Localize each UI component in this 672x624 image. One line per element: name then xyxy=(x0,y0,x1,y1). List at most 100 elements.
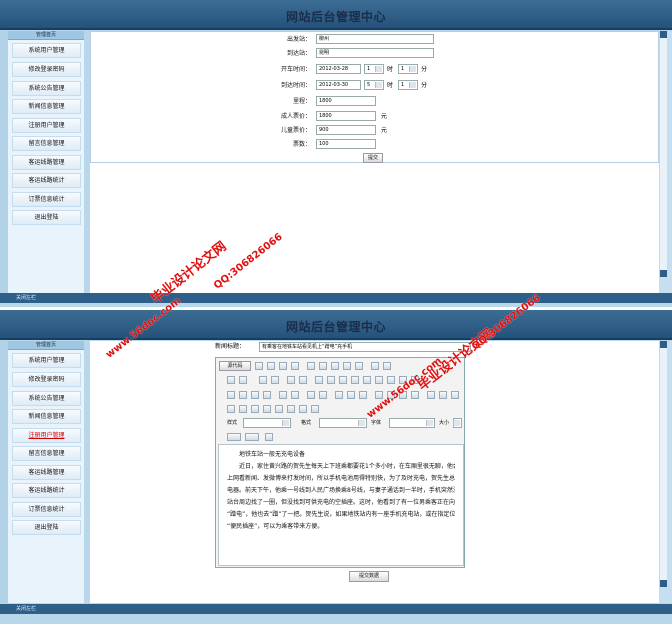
horizontal-rule-icon[interactable] xyxy=(263,405,271,413)
close-sidebar-link[interactable]: 关闭左栏 xyxy=(16,294,36,301)
sidebar-item-messages[interactable]: 留言信息管理 xyxy=(12,136,81,151)
unlink-icon[interactable] xyxy=(439,391,447,399)
special-char-icon[interactable] xyxy=(287,405,295,413)
form-icon[interactable] xyxy=(315,376,323,384)
justify-icon[interactable] xyxy=(411,391,419,399)
button-field-icon[interactable] xyxy=(387,376,395,384)
tickets-input[interactable]: 100 xyxy=(316,139,376,149)
sidebar-item-change-password[interactable]: 修改登录密码 xyxy=(12,372,81,387)
paste-icon[interactable] xyxy=(331,362,339,370)
sidebar-item-ticket-stats[interactable]: 订票信息统计 xyxy=(12,502,81,517)
arrive-minute-select[interactable]: 1 xyxy=(398,80,418,90)
scroll-down-icon[interactable] xyxy=(660,580,667,587)
arrive-date-input[interactable]: 2012-03-30 xyxy=(316,80,361,90)
page-break-icon[interactable] xyxy=(299,405,307,413)
italic-icon[interactable] xyxy=(239,391,247,399)
child-price-input[interactable]: 900 xyxy=(316,125,376,135)
iframe-icon[interactable] xyxy=(311,405,319,413)
sidebar-item-news[interactable]: 新闻信息管理 xyxy=(12,409,81,424)
scroll-up-icon[interactable] xyxy=(660,341,667,348)
sidebar-item-logout[interactable]: 退出登陆 xyxy=(12,210,81,225)
depart-minute-select[interactable]: 1 xyxy=(398,64,418,74)
select-field-icon[interactable] xyxy=(375,376,383,384)
image-icon[interactable] xyxy=(227,405,235,413)
bold-icon[interactable] xyxy=(227,391,235,399)
preview-icon[interactable] xyxy=(279,362,287,370)
redo-icon[interactable] xyxy=(239,376,247,384)
table-icon[interactable] xyxy=(251,405,259,413)
sidebar-item-announcements[interactable]: 系统公告管理 xyxy=(12,81,81,96)
textarea-icon[interactable] xyxy=(363,376,371,384)
copy-icon[interactable] xyxy=(319,362,327,370)
sidebar-item-registered-users[interactable]: 注册用户管理 xyxy=(12,118,81,133)
new-page-icon[interactable] xyxy=(267,362,275,370)
source-code-button[interactable]: 源代码 xyxy=(219,361,251,371)
radio-icon[interactable] xyxy=(339,376,347,384)
print-icon[interactable] xyxy=(371,362,379,370)
arrival-input[interactable]: 昆明 xyxy=(316,48,434,58)
bullet-list-icon[interactable] xyxy=(319,391,327,399)
spellcheck-icon[interactable] xyxy=(383,362,391,370)
departure-input[interactable]: 柳州 xyxy=(316,34,434,44)
checkbox-icon[interactable] xyxy=(327,376,335,384)
editor-body[interactable]: 地铁车站一般无充电设备 近日，家住黄兴路的贺先生每天上下班乘都要花1个多小时，在… xyxy=(218,444,464,566)
save-icon[interactable] xyxy=(255,362,263,370)
paste-text-icon[interactable] xyxy=(343,362,351,370)
close-sidebar-link[interactable]: 关闭左栏 xyxy=(16,605,36,612)
remove-format-icon[interactable] xyxy=(299,376,307,384)
distance-input[interactable]: 1800 xyxy=(316,96,376,106)
sidebar-item-news[interactable]: 新闻信息管理 xyxy=(12,99,81,114)
scroll-up-icon[interactable] xyxy=(660,31,667,38)
superscript-icon[interactable] xyxy=(291,391,299,399)
sidebar-item-messages[interactable]: 留言信息管理 xyxy=(12,446,81,461)
style-select[interactable] xyxy=(243,418,291,428)
news-title-input[interactable]: 有乘客在地铁车站看见机上“蹭电”充手机 xyxy=(259,342,471,352)
sidebar-home[interactable]: 管理首页 xyxy=(8,341,84,350)
adult-price-input[interactable]: 1800 xyxy=(316,111,376,121)
paste-word-icon[interactable] xyxy=(355,362,363,370)
anchor-icon[interactable] xyxy=(451,391,459,399)
bg-color-icon[interactable] xyxy=(245,433,259,441)
undo-icon[interactable] xyxy=(227,376,235,384)
replace-icon[interactable] xyxy=(271,376,279,384)
scroll-down-icon[interactable] xyxy=(660,270,667,277)
format-select[interactable] xyxy=(319,418,367,428)
strike-icon[interactable] xyxy=(263,391,271,399)
sidebar-item-route-stats[interactable]: 客运线路统计 xyxy=(12,173,81,188)
indent-icon[interactable] xyxy=(347,391,355,399)
numbered-list-icon[interactable] xyxy=(307,391,315,399)
text-color-icon[interactable] xyxy=(227,433,241,441)
select-all-icon[interactable] xyxy=(287,376,295,384)
blockquote-icon[interactable] xyxy=(359,391,367,399)
underline-icon[interactable] xyxy=(251,391,259,399)
link-icon[interactable] xyxy=(427,391,435,399)
flash-icon[interactable] xyxy=(239,405,247,413)
subscript-icon[interactable] xyxy=(279,391,287,399)
arrive-hour-select[interactable]: 5 xyxy=(364,80,384,90)
depart-date-input[interactable]: 2012-03-28 xyxy=(316,64,361,74)
submit-data-button[interactable]: 提交数据 xyxy=(349,571,389,582)
font-select[interactable] xyxy=(389,418,435,428)
textfield-icon[interactable] xyxy=(351,376,359,384)
maximize-icon[interactable] xyxy=(265,433,273,441)
find-icon[interactable] xyxy=(259,376,267,384)
cut-icon[interactable] xyxy=(307,362,315,370)
outdent-icon[interactable] xyxy=(335,391,343,399)
sidebar-item-change-password[interactable]: 修改登录密码 xyxy=(12,62,81,77)
sidebar-item-routes[interactable]: 客运线路管理 xyxy=(12,465,81,480)
scrollbar[interactable] xyxy=(659,341,667,587)
sidebar-item-ticket-stats[interactable]: 订票信息统计 xyxy=(12,192,81,207)
sidebar-item-routes[interactable]: 客运线路管理 xyxy=(12,155,81,170)
size-select[interactable] xyxy=(453,418,462,428)
sidebar-home[interactable]: 管理首页 xyxy=(8,31,84,40)
sidebar-item-route-stats[interactable]: 客运线路统计 xyxy=(12,483,81,498)
template-icon[interactable] xyxy=(291,362,299,370)
sidebar-item-system-users[interactable]: 系统用户管理 xyxy=(12,43,81,58)
sidebar-item-announcements[interactable]: 系统公告管理 xyxy=(12,391,81,406)
depart-hour-select[interactable]: 1 xyxy=(364,64,384,74)
smiley-icon[interactable] xyxy=(275,405,283,413)
sidebar-item-system-users[interactable]: 系统用户管理 xyxy=(12,353,81,368)
submit-button[interactable]: 提交 xyxy=(363,153,383,163)
sidebar-item-registered-users[interactable]: 注册用户管理 xyxy=(12,428,81,443)
sidebar-item-logout[interactable]: 退出登陆 xyxy=(12,520,81,535)
